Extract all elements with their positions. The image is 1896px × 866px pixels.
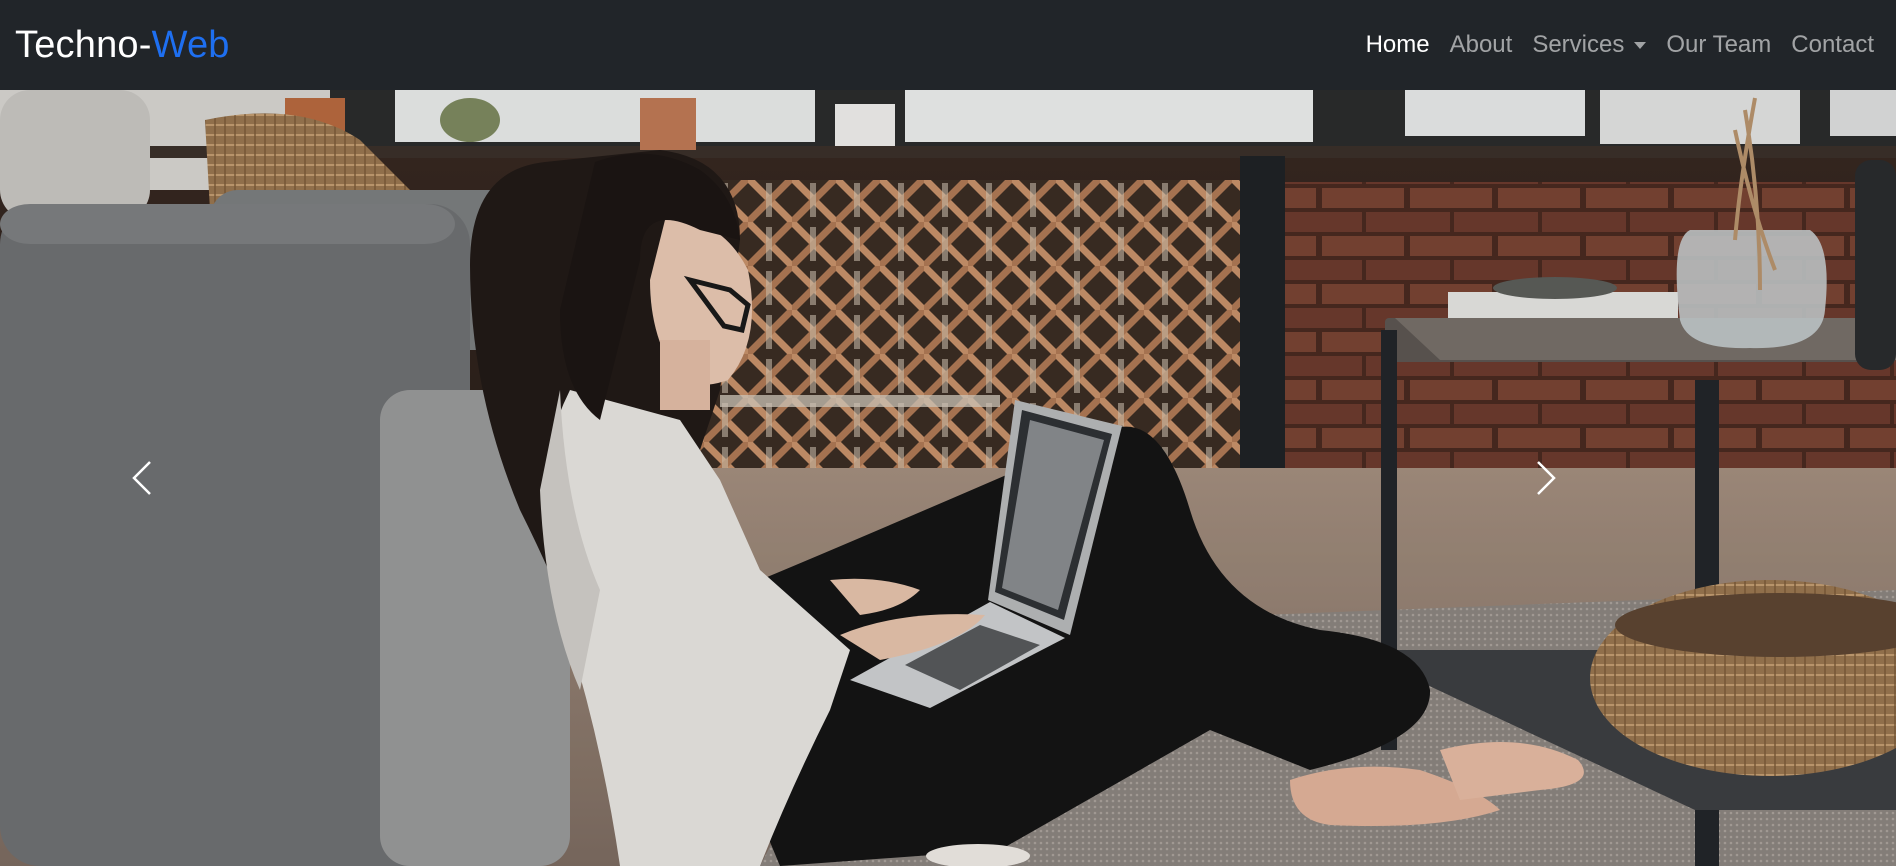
nav-contact-link[interactable]: Contact bbox=[1791, 31, 1874, 59]
navbar: Techno-Web Home About Services Our Team … bbox=[0, 0, 1896, 90]
hero-carousel bbox=[0, 90, 1896, 866]
carousel-prev-button[interactable] bbox=[52, 90, 232, 866]
brand-accent: Web bbox=[151, 23, 230, 66]
nav-services-label: Services bbox=[1532, 31, 1625, 58]
nav-services-dropdown[interactable]: Services bbox=[1532, 31, 1647, 59]
nav-home-link[interactable]: Home bbox=[1366, 31, 1430, 59]
nav-our-team-link[interactable]: Our Team bbox=[1666, 31, 1771, 59]
caret-down-icon bbox=[1634, 41, 1647, 49]
carousel-next-button[interactable] bbox=[1456, 90, 1636, 866]
chevron-right-icon bbox=[1537, 461, 1556, 495]
chevron-left-icon bbox=[132, 461, 151, 495]
nav-about-link[interactable]: About bbox=[1450, 31, 1513, 59]
nav-menu: Home About Services Our Team Contact bbox=[1366, 31, 1874, 59]
brand-primary: Techno- bbox=[15, 23, 152, 66]
brand-logo[interactable]: Techno-Web bbox=[15, 24, 230, 67]
